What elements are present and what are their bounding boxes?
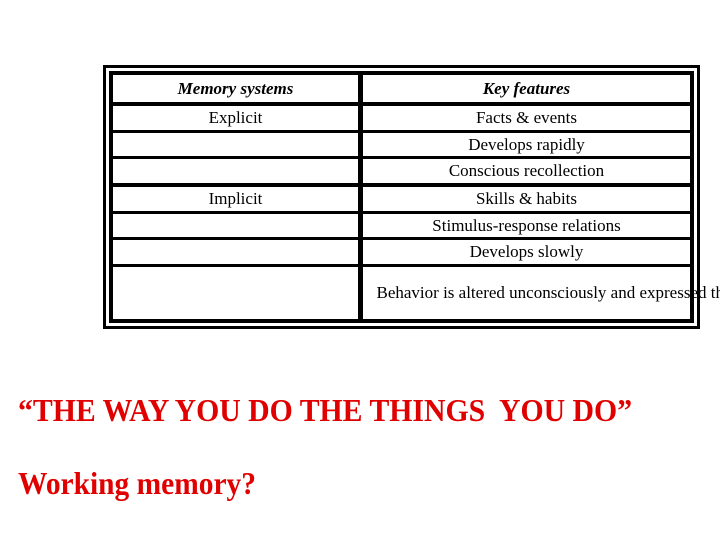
feature-cell: Stimulus-response relations xyxy=(360,210,690,239)
table-row: Develops rapidly xyxy=(113,129,690,158)
feature-cell: Behavior is altered unconsciously and ex… xyxy=(360,264,720,319)
system-cell xyxy=(113,237,363,266)
memory-table-frame: Memory systems Key features Explicit Fac… xyxy=(103,65,720,329)
table-row: Implicit Skills & habits xyxy=(113,183,690,213)
table-row: Conscious recollection xyxy=(113,156,690,186)
working-memory-question: Working memory? xyxy=(18,465,256,501)
feature-cell: Skills & habits xyxy=(360,183,690,213)
table-row: Develops slowly xyxy=(113,237,690,266)
feature-cell: Develops rapidly xyxy=(360,129,690,158)
memory-systems-table: Memory systems Key features Explicit Fac… xyxy=(113,75,720,319)
feature-text: Behavior is altered unconsciously and ex… xyxy=(376,283,720,303)
table-row: Behavior is altered unconsciously and ex… xyxy=(113,264,720,319)
feature-cell: Conscious recollection xyxy=(360,156,690,186)
feature-cell: Develops slowly xyxy=(360,237,690,266)
system-cell xyxy=(113,210,363,239)
feature-cell: Facts & events xyxy=(475,107,578,127)
header-memory-systems: Memory systems xyxy=(113,75,363,106)
system-cell: Implicit xyxy=(113,183,363,213)
system-cell xyxy=(113,264,363,319)
table-header-row: Memory systems Key features xyxy=(113,75,690,106)
table-row: Stimulus-response relations xyxy=(113,210,690,239)
table-row: Explicit Facts & events xyxy=(113,104,690,132)
system-cell: Explicit xyxy=(113,104,363,132)
quote-heading: “THE WAY YOU DO THE THINGS YOU DO” xyxy=(18,392,633,428)
memory-table-inner-frame: Memory systems Key features Explicit Fac… xyxy=(109,71,720,323)
header-key-features: Key features xyxy=(360,75,690,106)
system-cell xyxy=(113,156,363,186)
system-cell xyxy=(113,129,363,158)
